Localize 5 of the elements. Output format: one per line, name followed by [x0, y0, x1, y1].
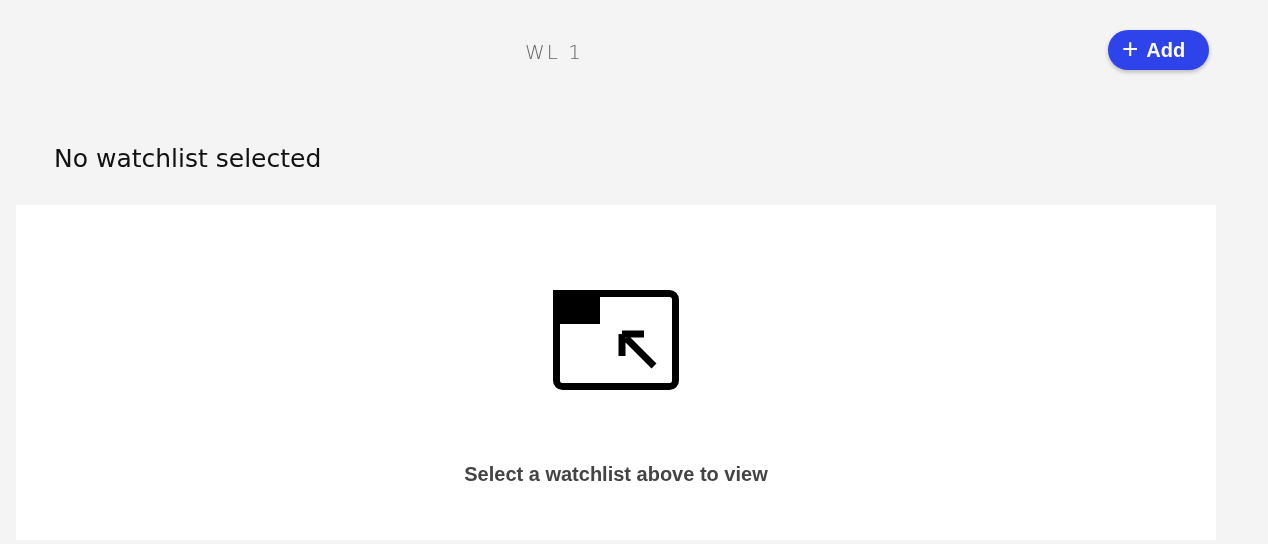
watchlist-tab[interactable]: WL 1 — [517, 36, 591, 68]
page-heading: No watchlist selected — [54, 143, 323, 175]
picture-in-picture-icon — [553, 290, 679, 390]
empty-state-message: Select a watchlist above to view — [464, 463, 768, 486]
add-button[interactable]: + Add — [1108, 30, 1209, 70]
